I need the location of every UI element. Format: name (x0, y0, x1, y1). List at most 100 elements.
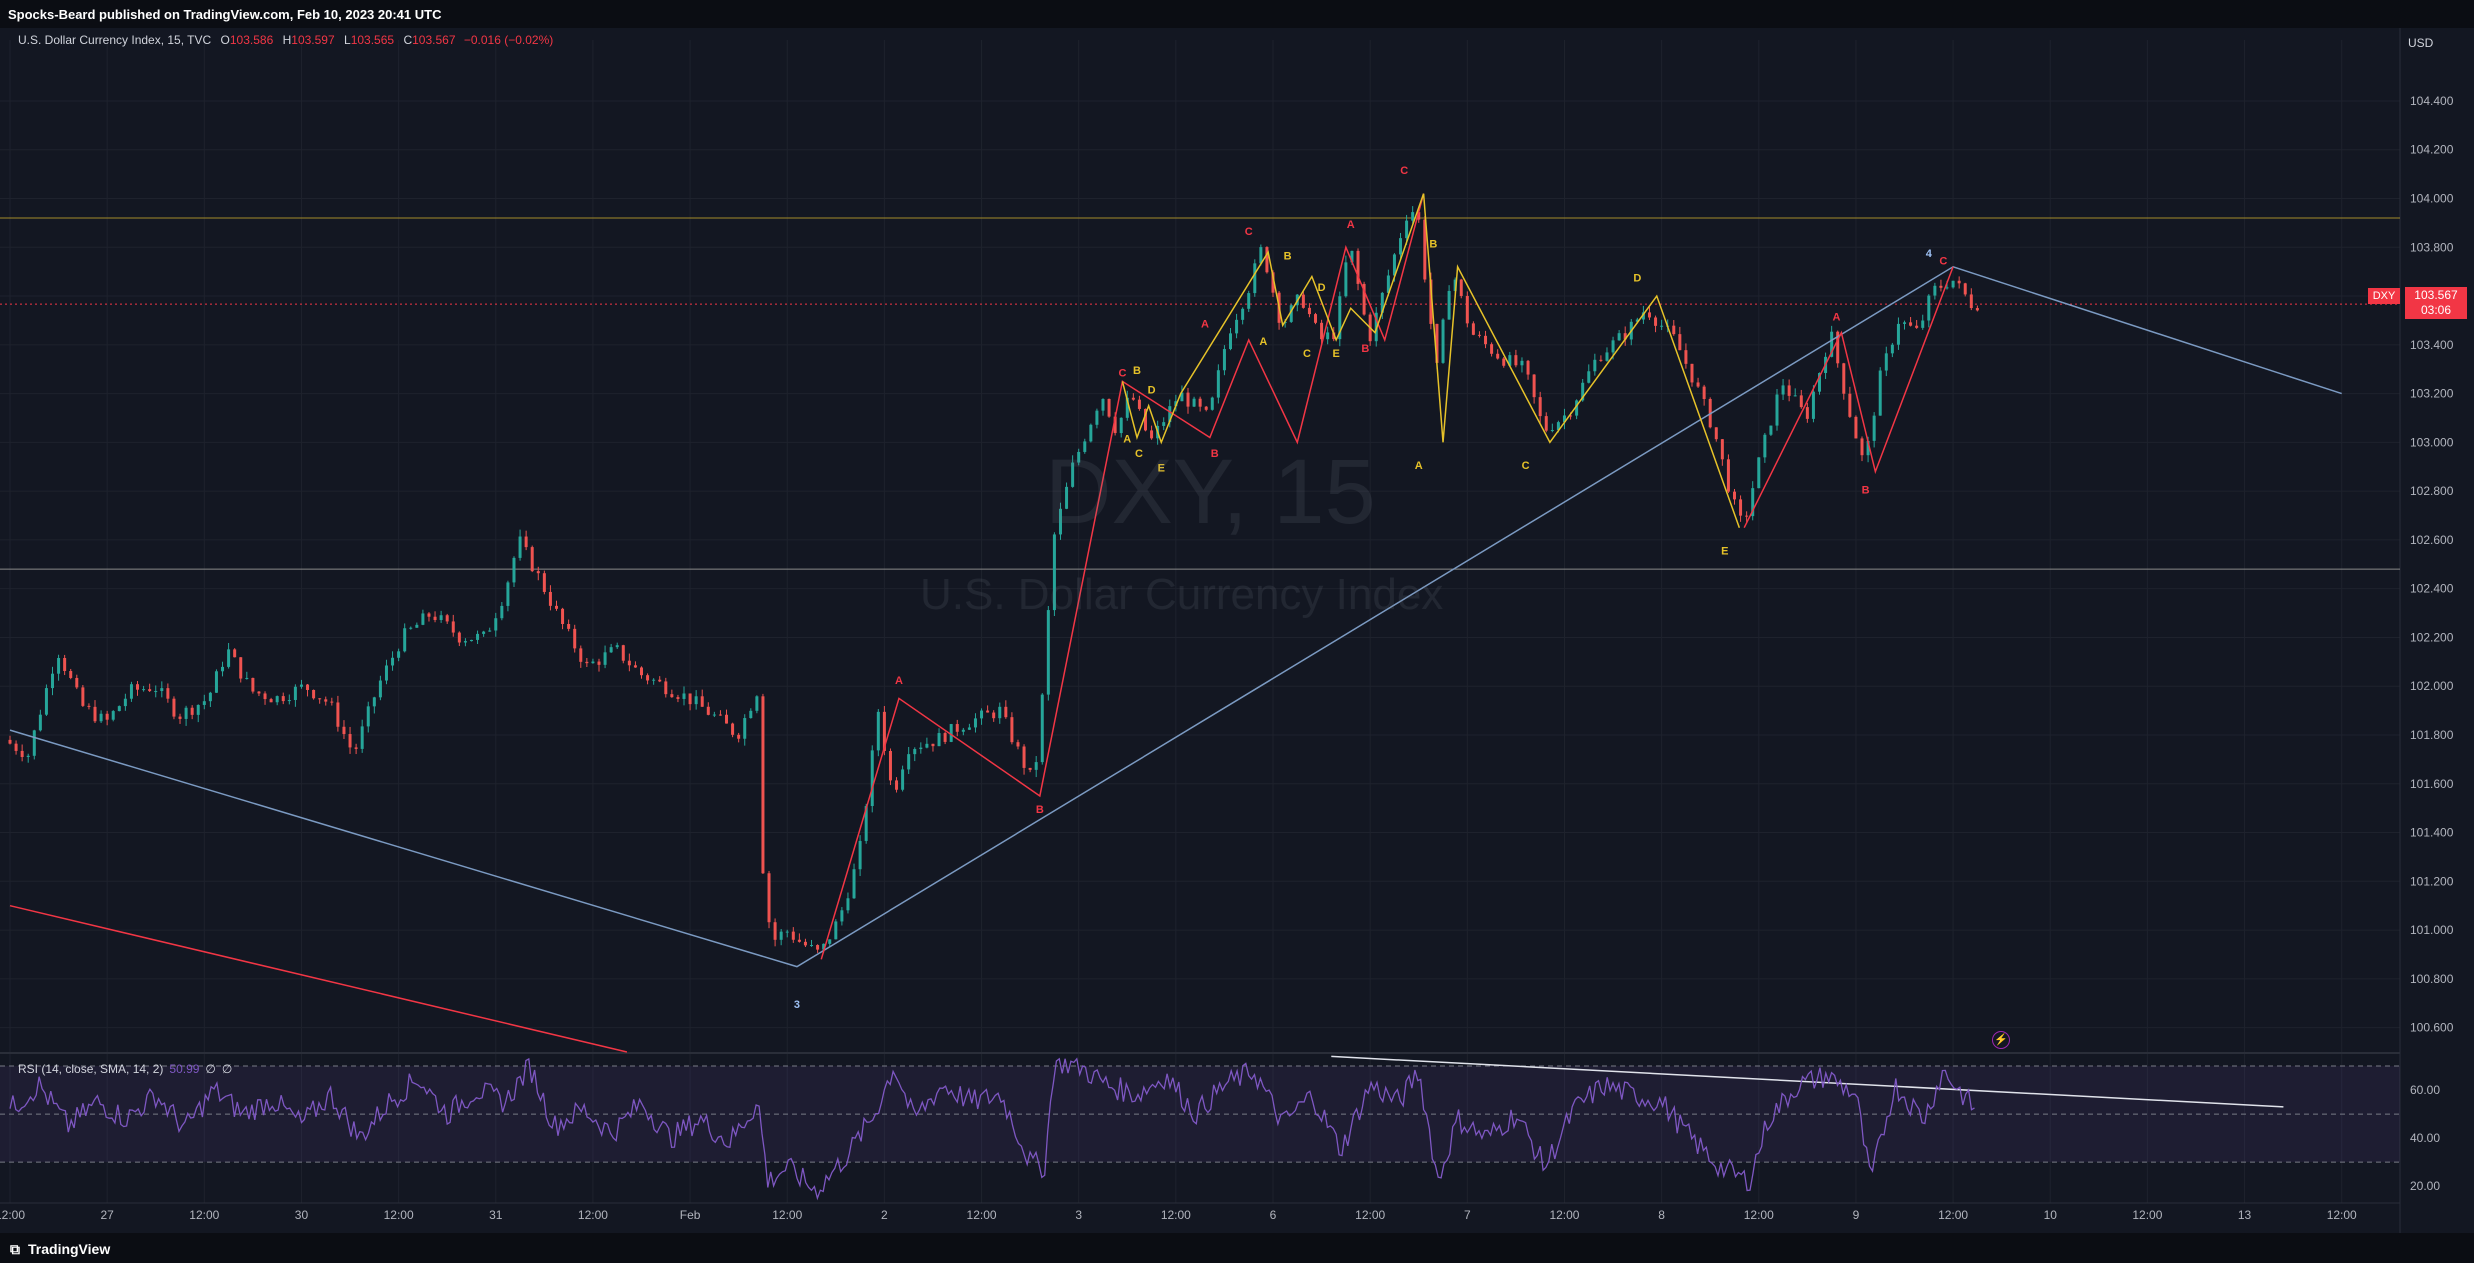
candle-body (1004, 706, 1008, 718)
candle-body (755, 696, 759, 711)
candle-body (1010, 717, 1014, 743)
candle-body (117, 706, 121, 712)
tradingview-logo[interactable]: ⧉ TradingView (10, 1241, 110, 1258)
currency-label: USD (2408, 36, 2434, 50)
time-tick-label: 12:00 (0, 1208, 25, 1222)
high-value: 103.597 (291, 33, 335, 47)
candle-body (548, 591, 552, 606)
candle-body (973, 718, 977, 728)
candle-body (1137, 399, 1141, 409)
lightning-icon[interactable]: ⚡ (1992, 1031, 2010, 1049)
candle-body (330, 701, 334, 703)
candle-body (1089, 424, 1093, 442)
candle-body (51, 673, 55, 689)
candle-body (1848, 393, 1852, 417)
candle-body (227, 649, 231, 667)
candle-body (1186, 392, 1190, 407)
rsi-tick-label: 40.00 (2410, 1131, 2440, 1145)
candle-body (816, 945, 820, 950)
candle-body (87, 705, 91, 707)
rsi-legend[interactable]: RSI (14, close, SMA, 14, 2) 50.99 ∅ ∅ (18, 1062, 232, 1076)
wave-label: B (1284, 250, 1292, 262)
candle-body (676, 697, 680, 699)
candle-body (166, 688, 170, 699)
candle-body (1739, 499, 1743, 516)
candle-body (239, 657, 243, 679)
chart-canvas[interactable]: 100.600 100.800 101.000 101.200 101.400 101.6… (0, 28, 2474, 1233)
time-tick-label: 12:00 (772, 1208, 802, 1222)
candle-body (797, 939, 801, 942)
candle-body (1745, 515, 1749, 517)
candle-body (1951, 280, 1955, 288)
price-tick-label: 104.000 (2410, 192, 2454, 206)
open-label: O (220, 33, 230, 47)
candle-body (1477, 334, 1481, 336)
candle-body (476, 633, 480, 640)
wave-label: B (1429, 238, 1437, 250)
candle-body (1921, 320, 1925, 328)
high-label: H (282, 33, 292, 47)
candle-body (694, 696, 698, 705)
candle-body (1915, 325, 1919, 328)
candle-body (1544, 416, 1548, 431)
candle-body (603, 652, 607, 665)
ohlc-legend: U.S. Dollar Currency Index, 15, TVC O 103… (18, 33, 553, 47)
candle-body (202, 701, 206, 705)
wave-label: D (1633, 272, 1641, 284)
candle-body (409, 627, 413, 629)
candle-body (1605, 352, 1609, 361)
candle-body (621, 645, 625, 661)
time-tick-label: 30 (295, 1208, 309, 1222)
candle-body (1022, 746, 1026, 768)
candle-body (1799, 395, 1803, 408)
candle-body (1550, 430, 1554, 432)
candle-body (1490, 344, 1494, 354)
candle-body (1514, 355, 1518, 366)
last-price: 103.567 (2414, 288, 2458, 302)
candle-body (38, 714, 42, 731)
candle-body (129, 684, 133, 699)
candle-body (1526, 360, 1530, 375)
candle-body (700, 696, 704, 707)
candle-body (1896, 323, 1900, 345)
candle-body (190, 707, 194, 715)
candle-body (1496, 353, 1500, 359)
footer-bar: ⧉ TradingView (0, 1233, 2474, 1263)
candle-body (26, 755, 30, 758)
price-tick-label: 102.600 (2410, 533, 2454, 547)
candle-body (57, 657, 61, 674)
candle-body (263, 693, 267, 700)
candle-body (251, 677, 255, 692)
wave-label: D (1318, 282, 1326, 294)
candle-body (828, 939, 832, 944)
price-tick-label: 101.800 (2410, 728, 2454, 742)
candle-body (542, 573, 546, 592)
wave-label: D (1148, 385, 1156, 397)
candle-body (172, 698, 176, 717)
candle-body (1654, 317, 1658, 326)
candle-body (1502, 358, 1506, 366)
candle-body (1101, 398, 1105, 411)
candle-body (245, 677, 249, 679)
candle-body (1320, 322, 1324, 340)
candle-body (1702, 386, 1706, 400)
last-price-badge: 103.567 03:06 (2405, 287, 2467, 319)
candle-body (1399, 238, 1403, 255)
candle-body (712, 714, 716, 716)
symbol-line: U.S. Dollar Currency Index, 15, TVC (18, 33, 212, 47)
candle-body (293, 686, 297, 701)
price-tick-label: 102.200 (2410, 630, 2454, 644)
candle-body (1447, 290, 1451, 320)
candle-body (75, 677, 79, 688)
price-tick-label: 101.400 (2410, 826, 2454, 840)
candle-body (1787, 385, 1791, 396)
candle-body (761, 696, 765, 874)
change-value: −0.016 (−0.02%) (463, 33, 554, 47)
candle-body (1963, 283, 1967, 295)
wave-label: B (1036, 804, 1044, 816)
candle-body (524, 536, 528, 548)
time-tick-label: 13 (2238, 1208, 2252, 1222)
time-tick-label: 12:00 (2132, 1208, 2162, 1222)
candle-body (1684, 350, 1688, 364)
candle-body (1678, 334, 1682, 351)
